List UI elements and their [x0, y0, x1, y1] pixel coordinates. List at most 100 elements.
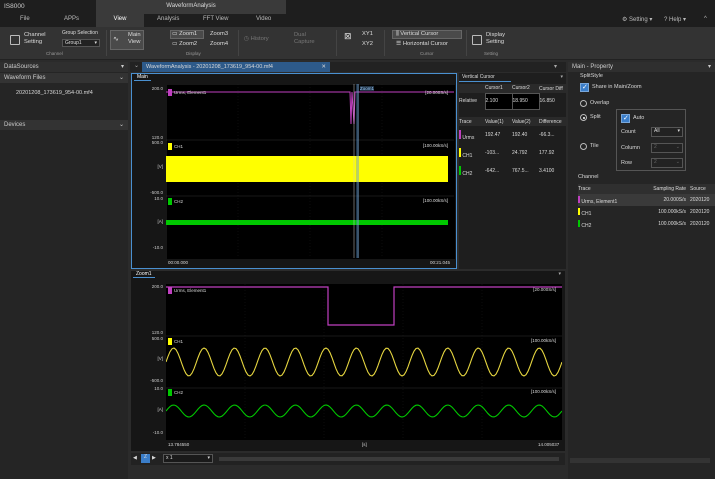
waveform-icon: ∿	[113, 36, 119, 43]
zoom-factor-select[interactable]: x 1 ▾	[163, 454, 213, 463]
setting-menu[interactable]: ⚙ Setting ▾	[622, 16, 652, 23]
auto-label: Auto	[633, 115, 645, 121]
tab-file[interactable]: File	[20, 16, 30, 22]
zoom-dropdown-icon[interactable]: ▾	[558, 271, 561, 277]
y-label: 500.0	[151, 336, 163, 341]
vertical-cursor-panel: Vertical Cursor ▾ Cursor1 Cursor2 Cursor…	[459, 73, 566, 269]
cursor-panel-dropdown-icon[interactable]: ▾	[560, 74, 563, 80]
main-x-end: 00:21.045	[430, 260, 451, 265]
table-row[interactable]: CH1 100.000kS/s 2020120	[578, 206, 715, 218]
waveform-files-header[interactable]: Waveform Files ⌄	[0, 73, 128, 83]
cursor1-input[interactable]: 2.100	[484, 92, 513, 110]
channel-setting-icon	[10, 35, 20, 45]
zoom-trace-rate: [20.000S/s]	[533, 287, 556, 292]
group-selection-dropdown[interactable]: Group1 ▾	[62, 39, 100, 47]
cursor-group-label: Cursor	[420, 51, 434, 56]
context-title: WaveformAnalysis	[96, 0, 286, 14]
y-label: -10.0	[152, 430, 163, 435]
tab-video[interactable]: Video	[256, 16, 271, 22]
display-setting-icon	[472, 35, 482, 45]
document-tab-strip: ⌄ WaveformAnalysis - 20201208_173619_954…	[130, 62, 566, 72]
y-label: -10.0	[152, 245, 163, 250]
document-tab[interactable]: WaveformAnalysis - 20201208_173619_954-0…	[142, 62, 330, 72]
datasources-header: DataSources ▾	[0, 62, 128, 72]
channel-table: Trace Sampling Rate Source Urms, Element…	[578, 184, 715, 230]
scroll-left-icon[interactable]: ◀	[133, 455, 137, 461]
zoom-link-icon[interactable]: Z	[141, 454, 150, 463]
waveform-file-item[interactable]: 20201208_173619_954-00.mf4	[16, 90, 93, 96]
data-sources-panel: DataSources ▾ Waveform Files ⌄ 20201208_17…	[0, 62, 128, 479]
scroll-right-icon[interactable]: ▶	[152, 455, 156, 461]
main-trace-name: CH2	[174, 199, 184, 204]
xy-icon: ⊠	[344, 31, 352, 41]
y-label: -500.0	[150, 190, 163, 195]
main-trace-labels: Urms, Element1 [20.000S/s] CH1 [100.00kS…	[166, 84, 454, 258]
share-checkbox[interactable]: ✓	[580, 83, 589, 92]
horizontal-scrollbar[interactable]	[219, 457, 559, 461]
row-label: Row	[621, 160, 633, 166]
channel-group-label: Channel	[46, 51, 63, 56]
ribbon: Channel Setting Group Selection Group1 ▾…	[0, 27, 715, 60]
relative-label: Relative	[459, 98, 478, 104]
table-row[interactable]: Urms, Element1 20.000S/s 2020120	[578, 194, 715, 206]
cursor2-input[interactable]: 18.950	[511, 92, 540, 110]
ribbon-tabs: File APPs View Analysis FFT View Video ⚙…	[0, 14, 715, 27]
zoom-view-title: Zoom1	[133, 271, 155, 278]
display-setting-button[interactable]: Display Setting	[486, 32, 505, 46]
auto-checkbox[interactable]: ✓	[621, 114, 630, 123]
zoom3-button[interactable]: Zoom3	[210, 31, 228, 38]
zoom-trace-rate: [100.00kS/s]	[530, 389, 556, 394]
y-label: [A]	[157, 219, 163, 224]
devices-header[interactable]: Devices ⌄	[0, 120, 128, 130]
zoom-trace-labels: Urms, Element1 [20.000S/s] CH1 [100.00kS…	[166, 284, 562, 440]
table-row[interactable]: CH2 100.000kS/s 2020120	[578, 218, 715, 230]
property-header: Main - Property ▾	[568, 62, 715, 72]
split-options-box: ✓ Auto Count All ▾ Column 2 ⌄ Row 2 ⌄	[616, 109, 686, 171]
tab-fft-view[interactable]: FFT View	[203, 16, 228, 22]
y-label: 200.0	[151, 86, 163, 91]
y-label: [V]	[157, 164, 163, 169]
zoom-x-start: 13.784550	[168, 442, 190, 447]
tab-analysis[interactable]: Analysis	[157, 16, 179, 22]
splitstyle-label: SplitStyle	[580, 73, 603, 79]
bottom-toolbar: ◀ Z ▶ x 1 ▾	[131, 453, 565, 465]
zoom-trace-name: CH1	[174, 339, 184, 344]
y-label: 10.0	[154, 196, 163, 201]
overlap-label: Overlap	[590, 100, 610, 106]
column-input[interactable]: 2 ⌄	[651, 143, 683, 153]
split-radio[interactable]	[580, 114, 587, 121]
setting-group-label: Setting	[484, 51, 499, 56]
vertical-cursor-title: Vertical Cursor	[459, 74, 511, 82]
dual-capture-button[interactable]: Dual Capture	[294, 32, 315, 46]
row-input[interactable]: 2 ⌄	[651, 158, 683, 168]
count-label: Count	[621, 129, 636, 135]
y-label: -500.0	[150, 378, 163, 383]
xy2-button[interactable]: XY2	[362, 41, 373, 48]
tab-menu-icon[interactable]: ⌄	[134, 62, 140, 72]
main-trace-rate: [20.000S/s]	[425, 90, 448, 95]
tab-dropdown-icon[interactable]: ▾	[554, 63, 557, 70]
property-scrollbar[interactable]	[570, 458, 710, 463]
share-label: Share in Main/Zoom	[592, 84, 642, 90]
main-x-start: 00:00.000	[168, 260, 189, 265]
channel-setting-button[interactable]: Channel Setting	[24, 32, 46, 46]
zoom-trace-name: Urms, Element1	[174, 288, 207, 293]
tab-view[interactable]: View	[96, 14, 144, 27]
horizontal-cursor-button[interactable]: ☰ Horizontal Cursor	[396, 41, 448, 48]
table-row: CH1 -103... 24.792 177.92	[459, 144, 566, 162]
title-bar: IS8000 WaveformAnalysis	[0, 0, 715, 14]
count-dropdown[interactable]: All ▾	[651, 127, 683, 137]
zoom2-button[interactable]: ▭ Zoom2	[172, 41, 197, 48]
main-trace-name: Urms, Element1	[174, 90, 207, 95]
history-button[interactable]: ◷ History	[244, 36, 269, 43]
channel-section-label: Channel	[578, 174, 599, 180]
overlap-radio[interactable]	[580, 100, 587, 107]
zoom4-button[interactable]: Zoom4	[210, 41, 228, 48]
y-label: [A]	[157, 407, 163, 412]
help-menu[interactable]: ? Help ▾	[664, 16, 686, 23]
xy1-button[interactable]: XY1	[362, 31, 373, 38]
tab-apps[interactable]: APPs	[64, 16, 79, 22]
tile-radio[interactable]	[580, 143, 587, 150]
collapse-ribbon-icon[interactable]: ^	[704, 16, 707, 22]
tile-label: Tile	[590, 143, 599, 149]
